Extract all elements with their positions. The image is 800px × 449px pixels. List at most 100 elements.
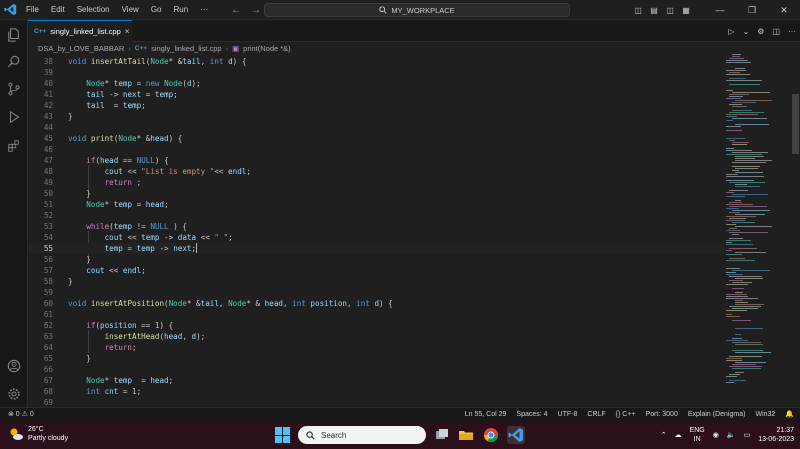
close-tab-icon[interactable]: × (125, 27, 130, 36)
code-line[interactable]: 62 if(position == 1) { (28, 320, 724, 331)
task-view-icon[interactable] (433, 426, 451, 444)
clock[interactable]: 21:37 13-06-2023 (758, 426, 794, 444)
menu-selection[interactable]: Selection (71, 0, 116, 20)
code-line[interactable]: 41 tail -> next = temp; (28, 89, 724, 100)
toggle-panel-icon[interactable]: ▤ (646, 6, 662, 15)
back-arrow-icon[interactable]: ← (231, 5, 241, 16)
code-text: Node* temp = new Node(d); (86, 79, 201, 88)
close-window-icon[interactable]: ✕ (768, 0, 800, 20)
code-line[interactable]: 46 (28, 144, 724, 155)
code-line[interactable]: 55 temp = temp -> next; (28, 243, 724, 254)
minimap-line (732, 342, 761, 343)
editor-scrollbar[interactable] (790, 54, 800, 407)
code-line[interactable]: 66 (28, 364, 724, 375)
code-line[interactable]: 47 if(head == NULL) { (28, 155, 724, 166)
speaker-icon[interactable]: 🔈 (727, 431, 736, 439)
breadcrumb-symbol[interactable]: print(Node *&) (243, 44, 291, 53)
line-number: 44 (43, 123, 53, 132)
menu-view[interactable]: View (116, 0, 145, 20)
menu-run[interactable]: Run (167, 0, 194, 20)
code-line[interactable]: 45 void print(Node* &head) { (28, 133, 724, 144)
status-indentation[interactable]: Spaces: 4 (516, 408, 547, 421)
code-line[interactable]: 42 tail = temp; (28, 100, 724, 111)
status-port[interactable]: Port: 3000 (646, 408, 678, 421)
chevron-up-icon[interactable]: ⌃ (661, 431, 667, 439)
code-line[interactable]: 57 cout << endl; (28, 265, 724, 276)
status-encoding[interactable]: UTF-8 (558, 408, 578, 421)
code-line[interactable]: 65 } (28, 353, 724, 364)
code-line[interactable]: 69 (28, 397, 724, 407)
wifi-icon[interactable]: ◉ (713, 431, 719, 439)
onedrive-cloud-icon[interactable]: ☁ (675, 431, 682, 439)
code-line[interactable]: 59 (28, 287, 724, 298)
split-editor-icon[interactable]: ◫ (772, 27, 780, 36)
status-explain[interactable]: Explain (Denigma) (688, 408, 746, 421)
minimap[interactable] (724, 54, 790, 407)
problems-indicator[interactable]: ⊗ 0 ⚠ 0 (8, 408, 34, 421)
code-line[interactable]: 63 insertAtHead(head, d); (28, 331, 724, 342)
start-button[interactable] (275, 427, 291, 443)
toggle-sidebar-icon[interactable]: ◫ (630, 6, 646, 15)
status-cursor-position[interactable]: Ln 55, Col 29 (465, 408, 507, 421)
breadcrumb-folder[interactable]: DSA_by_LOVE_BABBAR (38, 44, 124, 53)
code-line[interactable]: 52 (28, 210, 724, 221)
forward-arrow-icon[interactable]: → (251, 5, 261, 16)
restore-icon[interactable]: ❐ (736, 0, 768, 20)
minimap-line (726, 114, 758, 115)
status-platform[interactable]: Win32 (755, 408, 775, 421)
code-line[interactable]: 38 void insertAtTail(Node* &tail, int d) … (28, 56, 724, 67)
code-line[interactable]: 68 int cnt = 1; (28, 386, 724, 397)
menu-file[interactable]: File (20, 0, 45, 20)
menu-go[interactable]: Go (145, 0, 168, 20)
code-line[interactable]: 61 (28, 309, 724, 320)
menu-more[interactable]: ··· (194, 0, 214, 20)
source-control-icon[interactable] (0, 78, 28, 100)
weather-widget[interactable]: 26°C Partly cloudy (8, 425, 68, 443)
run-dropdown-chevron-icon[interactable]: ⌄ (743, 27, 750, 36)
minimap-line (726, 130, 742, 131)
status-language[interactable]: {} C++ (616, 408, 636, 421)
run-debug-icon[interactable] (0, 106, 28, 128)
minimize-icon[interactable]: — (704, 0, 736, 20)
scrollbar-thumb[interactable] (792, 94, 799, 154)
code-line[interactable]: 43} (28, 111, 724, 122)
settings-gear-icon[interactable] (0, 383, 28, 405)
code-line[interactable]: 60 void insertAtPosition(Node* &tail, Nod… (28, 298, 724, 309)
code-line[interactable]: 54 cout << temp -> data << " "; (28, 232, 724, 243)
settings-sync-icon[interactable]: ⚙ (757, 27, 764, 36)
language-code: ENG (689, 427, 705, 434)
toggle-secondary-sidebar-icon[interactable]: ◫ (662, 6, 678, 15)
command-center-search[interactable]: MY_WORKPLACE (264, 3, 570, 17)
run-file-icon[interactable]: ▷ (728, 27, 734, 36)
code-line[interactable]: 58} (28, 276, 724, 287)
customize-layout-icon[interactable]: ▦ (678, 6, 694, 15)
taskbar-search[interactable]: Search (298, 426, 426, 444)
breadcrumb-file[interactable]: singly_linked_list.cpp (151, 44, 221, 53)
code-line[interactable]: 56 } (28, 254, 724, 265)
code-line[interactable]: 48 cout << "List is empty "<< endl; (28, 166, 724, 177)
language-indicator[interactable]: ENG IN (690, 426, 705, 444)
code-line[interactable]: 40 Node* temp = new Node(d); (28, 78, 724, 89)
explorer-icon[interactable] (0, 24, 28, 46)
code-line[interactable]: 51 Node* temp = head; (28, 199, 724, 210)
code-line[interactable]: 64 return; (28, 342, 724, 353)
chrome-icon[interactable] (482, 426, 500, 444)
tab-singly-linked-list[interactable]: C++ singly_linked_list.cpp × (28, 20, 132, 42)
notifications-bell-icon[interactable]: 🔔 (785, 408, 794, 421)
code-line[interactable]: 53 while(temp != NULL ) { (28, 221, 724, 232)
file-explorer-icon[interactable] (457, 426, 475, 444)
search-sidebar-icon[interactable] (0, 51, 28, 73)
code-line[interactable]: 50 } (28, 188, 724, 199)
battery-icon[interactable]: ▭ (744, 431, 751, 439)
code-editor[interactable]: 38 void insertAtTail(Node* &tail, int d) … (28, 54, 724, 407)
code-line[interactable]: 39 (28, 67, 724, 78)
more-actions-icon[interactable]: ··· (788, 27, 796, 36)
status-line-ending[interactable]: CRLF (587, 408, 605, 421)
menu-edit[interactable]: Edit (45, 0, 71, 20)
code-line[interactable]: 67 Node* temp = head; (28, 375, 724, 386)
code-line[interactable]: 49 return ; (28, 177, 724, 188)
vscode-taskbar-icon[interactable] (507, 426, 525, 444)
extensions-icon[interactable] (0, 135, 28, 157)
accounts-icon[interactable] (0, 355, 28, 377)
code-line[interactable]: 44 (28, 122, 724, 133)
